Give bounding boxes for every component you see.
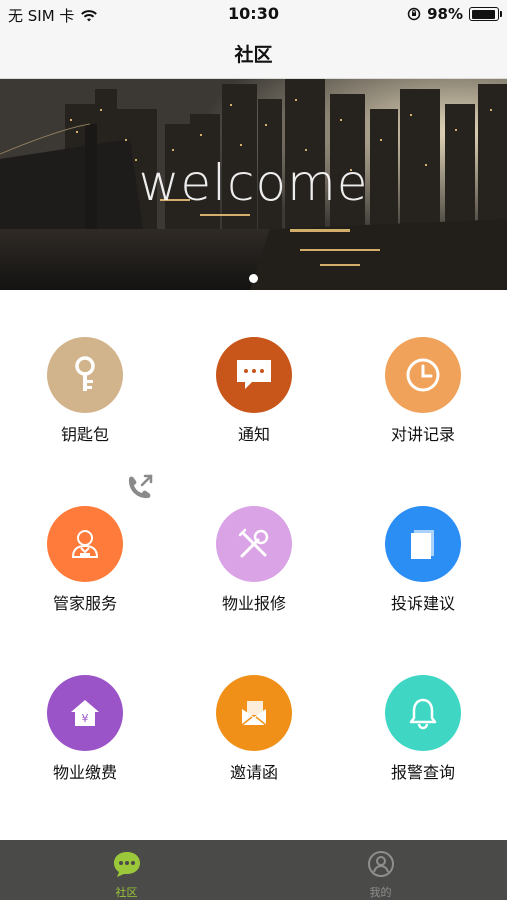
- message-icon: [216, 337, 292, 413]
- grid-item-repair[interactable]: 物业报修: [169, 506, 339, 614]
- tab-mine[interactable]: 我的: [254, 840, 507, 900]
- grid-label: 投诉建议: [390, 594, 455, 613]
- grid-label: 邀请函: [229, 763, 278, 782]
- grid-item-alarm-query[interactable]: 报警查询: [338, 675, 507, 783]
- butler-icon: [47, 506, 123, 582]
- grid-label: 对讲记录: [390, 425, 455, 444]
- grid-item-complaint[interactable]: 投诉建议: [338, 506, 507, 614]
- carousel-indicator-dot[interactable]: [249, 274, 258, 283]
- tools-icon: [216, 506, 292, 582]
- grid-item-property-payment[interactable]: ¥ 物业缴费: [0, 675, 170, 783]
- battery-percent: 98%: [427, 5, 463, 23]
- banner-carousel[interactable]: welcome: [0, 79, 507, 290]
- grid-item-intercom-record[interactable]: 对讲记录: [338, 337, 507, 445]
- grid-item-butler-service[interactable]: 管家服务: [0, 506, 170, 614]
- grid-item-notification[interactable]: 通知: [169, 337, 339, 445]
- grid-item-invitation[interactable]: 邀请函: [169, 675, 339, 783]
- nav-bar: 社区: [0, 28, 507, 79]
- document-icon: [385, 506, 461, 582]
- grid-label: 钥匙包: [60, 425, 109, 444]
- page-title: 社区: [234, 43, 273, 66]
- key-icon: [47, 337, 123, 413]
- orientation-lock-icon: [407, 7, 421, 21]
- grid-label: 通知: [237, 425, 270, 444]
- profile-icon: [254, 850, 507, 882]
- chat-bubble-icon: [0, 850, 253, 882]
- grid-label: 报警查询: [390, 763, 455, 782]
- envelope-icon: [216, 675, 292, 751]
- grid-label: 物业报修: [221, 594, 286, 613]
- grid-item-key-bag[interactable]: 钥匙包: [0, 337, 170, 445]
- banner-welcome-text: welcome: [138, 154, 369, 212]
- phone-callback-icon[interactable]: [124, 473, 156, 507]
- tab-label: 社区: [115, 886, 138, 899]
- status-bar: 无 SIM 卡 10:30 98%: [0, 0, 507, 28]
- battery-icon: [469, 7, 502, 21]
- tab-community[interactable]: 社区: [0, 840, 253, 900]
- tab-bar: 社区 我的: [0, 840, 507, 900]
- grid-label: 管家服务: [52, 594, 117, 613]
- bell-icon: [385, 675, 461, 751]
- house-payment-icon: ¥: [47, 675, 123, 751]
- svg-text:¥: ¥: [82, 712, 89, 725]
- tab-label: 我的: [369, 886, 392, 899]
- status-right: 98%: [407, 5, 502, 23]
- clock-icon: [385, 337, 461, 413]
- grid-label: 物业缴费: [52, 763, 117, 782]
